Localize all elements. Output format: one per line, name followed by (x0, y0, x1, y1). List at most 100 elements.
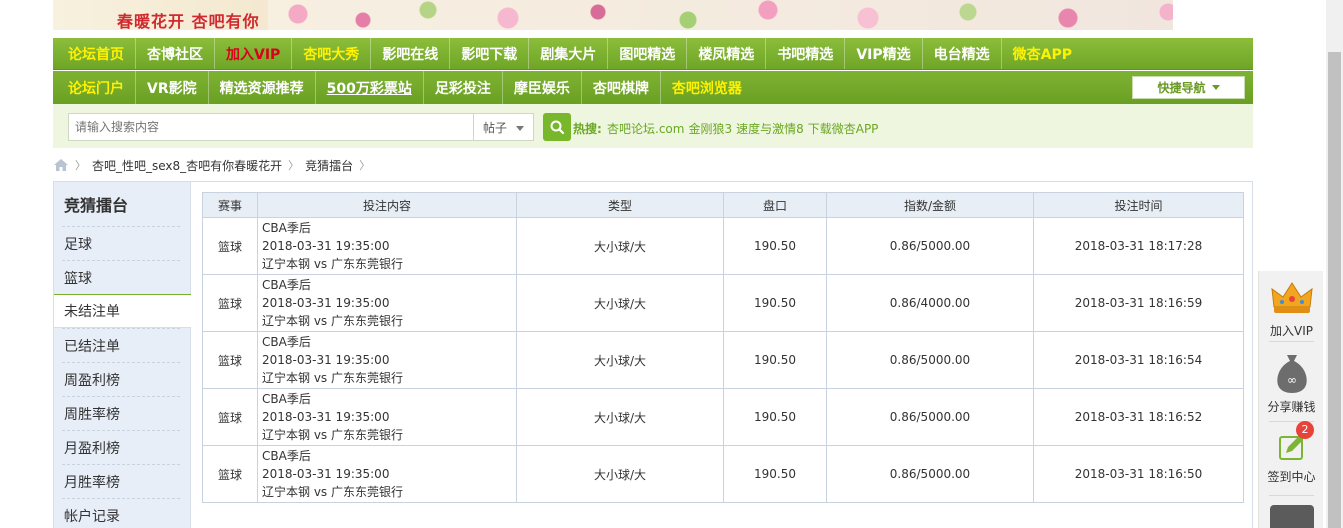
nav-item[interactable]: 微杏APP (1002, 38, 1083, 69)
quick-nav-label: 快捷导航 (1157, 81, 1206, 95)
nav-item[interactable]: 杏博社区 (136, 38, 215, 69)
bet-match-time: 2018-03-31 19:35:00 (262, 239, 390, 253)
nav-item[interactable]: 摩臣娱乐 (503, 71, 582, 104)
nav-item[interactable]: 加入VIP (215, 38, 293, 69)
cell-odds-amount: 0.86/5000.00 (826, 445, 1034, 503)
search-icon (550, 120, 565, 135)
sidebar-item[interactable]: 帐户记录 (62, 498, 180, 528)
quick-nav-button[interactable]: 快捷导航 (1132, 76, 1245, 99)
nav-item[interactable]: 楼凤精选 (687, 38, 767, 69)
money-bag-icon: ∞ (1276, 355, 1307, 393)
cell-bet-time: 2018-03-31 18:16:50 (1033, 445, 1244, 503)
right-float-bar: 加入VIP ∞ 分享赚钱 签到中心 2 (1258, 271, 1323, 528)
hot-search-label: 热搜: (573, 122, 602, 136)
nav-item[interactable]: 电台精选 (923, 38, 1002, 69)
sidebar-item[interactable]: 未结注单 (54, 294, 191, 328)
column-header-bet-time: 投注时间 (1033, 192, 1244, 218)
bet-teams: 辽宁本钢 vs 广东东莞银行 (262, 371, 403, 385)
search-scope-value: 帖子 (483, 120, 508, 135)
bet-league: CBA季后 (262, 449, 311, 463)
checkin-center-label: 签到中心 (1267, 470, 1316, 484)
app-icon (1269, 505, 1314, 528)
main-nav-primary: 论坛首页 杏博社区 加入VIP 杏吧大秀 影吧在线 影吧下载 剧集大片 图吧精选 楼凤精选 书吧精… (53, 38, 1253, 70)
svg-text:∞: ∞ (1287, 373, 1297, 387)
nav-item[interactable]: VIP精选 (845, 38, 923, 69)
cell-line: 190.50 (723, 445, 827, 503)
breadcrumb: 〉 杏吧_性吧_sex8_杏吧有你春暖花开 〉 竞猜擂台 〉 (53, 156, 376, 174)
cell-bet-time: 2018-03-31 18:16:59 (1033, 274, 1244, 332)
cell-line: 190.50 (723, 388, 827, 446)
sidebar-item[interactable]: 月盈利榜 (62, 430, 180, 464)
nav-item[interactable]: 图吧精选 (608, 38, 688, 69)
nav-item[interactable]: 杏吧棋牌 (582, 71, 661, 104)
join-vip-label: 加入VIP (1270, 324, 1313, 338)
nav-item[interactable]: VR影院 (136, 71, 209, 104)
sidebar-item[interactable]: 周胜率榜 (62, 396, 180, 430)
cell-type: 大小球/大 (516, 217, 724, 275)
table-row: 篮球 CBA季后 2018-03-31 19:35:00 辽宁本钢 vs 广东东莞银行… (202, 445, 1244, 503)
bet-match-time: 2018-03-31 19:35:00 (262, 296, 390, 310)
cell-type: 大小球/大 (516, 274, 724, 332)
nav-item[interactable]: 影吧下载 (450, 38, 530, 69)
column-header-type: 类型 (516, 192, 724, 218)
cell-odds-amount: 0.86/5000.00 (826, 331, 1034, 389)
cell-odds-amount: 0.86/5000.00 (826, 388, 1034, 446)
nav-item[interactable]: 书吧精选 (766, 38, 846, 69)
bet-teams: 辽宁本钢 vs 广东东莞银行 (262, 485, 403, 499)
sidebar-item[interactable]: 篮球 (62, 260, 180, 294)
checkin-center-button[interactable]: 签到中心 2 (1259, 421, 1324, 485)
breadcrumb-separator: 〉 (288, 159, 300, 172)
nav-item[interactable]: 杏吧大秀 (292, 38, 372, 69)
search-button[interactable] (543, 113, 571, 141)
bet-league: CBA季后 (262, 278, 311, 292)
chevron-down-icon (516, 126, 524, 131)
scrollbar-thumb[interactable] (1328, 52, 1341, 528)
nav-item[interactable]: 影吧在线 (371, 38, 451, 69)
hot-search-link[interactable]: 金刚狼3 (688, 120, 732, 137)
bets-table-wrap: 赛事 投注内容 类型 盘口 指数/金额 投注时间 篮球 CBA季后 2018-03-… (202, 192, 1244, 503)
table-row: 篮球 CBA季后 2018-03-31 19:35:00 辽宁本钢 vs 广东东莞银行… (202, 274, 1244, 332)
hot-search-link[interactable]: 下载微杏APP (808, 120, 879, 137)
nav-item[interactable]: 精选资源推荐 (209, 71, 316, 104)
cell-line: 190.50 (723, 274, 827, 332)
sidebar-item[interactable]: 月胜率榜 (62, 464, 180, 498)
breadcrumb-item-forum[interactable]: 杏吧_性吧_sex8_杏吧有你春暖花开 (92, 157, 282, 174)
column-header-content: 投注内容 (257, 192, 517, 218)
notification-badge: 2 (1296, 421, 1314, 439)
sidebar-item[interactable]: 周盈利榜 (62, 362, 180, 396)
cell-type: 大小球/大 (516, 388, 724, 446)
nav-item[interactable]: 论坛首页 (57, 38, 136, 69)
search-input[interactable] (68, 113, 474, 141)
app-download-button[interactable] (1259, 505, 1324, 528)
sidebar-item[interactable]: 足球 (62, 226, 180, 260)
search-bar: 帖子 热搜: 杏吧论坛.com金刚狼3速度与激情8下载微杏APP (53, 104, 1253, 148)
cell-bet-time: 2018-03-31 18:16:54 (1033, 331, 1244, 389)
share-earn-button[interactable]: ∞ 分享赚钱 (1259, 351, 1324, 415)
cell-bet-content: CBA季后 2018-03-31 19:35:00 辽宁本钢 vs 广东东莞银行 (257, 274, 517, 332)
cell-bet-content: CBA季后 2018-03-31 19:35:00 辽宁本钢 vs 广东东莞银行 (257, 388, 517, 446)
nav-item[interactable]: 杏吧浏览器 (661, 71, 753, 104)
table-row: 篮球 CBA季后 2018-03-31 19:35:00 辽宁本钢 vs 广东东莞银行… (202, 331, 1244, 389)
site-logo[interactable]: 春暖花开 杏吧有你 (117, 8, 260, 30)
cell-bet-content: CBA季后 2018-03-31 19:35:00 辽宁本钢 vs 广东东莞银行 (257, 217, 517, 275)
table-row: 篮球 CBA季后 2018-03-31 19:35:00 辽宁本钢 vs 广东东莞银行… (202, 217, 1244, 275)
search-scope-select[interactable]: 帖子 (474, 113, 534, 141)
banner-flowers-image (268, 0, 1173, 30)
nav-item[interactable]: 足彩投注 (424, 71, 503, 104)
cell-bet-time: 2018-03-31 18:16:52 (1033, 388, 1244, 446)
nav-item[interactable]: 论坛门户 (57, 71, 136, 104)
page-scrollbar[interactable] (1326, 0, 1343, 528)
home-icon[interactable] (53, 158, 69, 172)
cell-event: 篮球 (202, 388, 258, 446)
cell-type: 大小球/大 (516, 445, 724, 503)
nav-item[interactable]: 剧集大片 (529, 38, 609, 69)
header-banner: 春暖花开 杏吧有你 (53, 0, 1173, 30)
hot-search-link[interactable]: 杏吧论坛.com (607, 120, 684, 137)
sidebar-item[interactable]: 已结注单 (62, 328, 180, 362)
cell-bet-content: CBA季后 2018-03-31 19:35:00 辽宁本钢 vs 广东东莞银行 (257, 445, 517, 503)
breadcrumb-item-current[interactable]: 竞猜擂台 (305, 157, 353, 174)
chevron-down-icon (1211, 85, 1220, 90)
nav-item[interactable]: 500万彩票站 (316, 71, 424, 104)
join-vip-button[interactable]: 加入VIP (1259, 277, 1324, 339)
hot-search-link[interactable]: 速度与激情8 (736, 120, 804, 137)
